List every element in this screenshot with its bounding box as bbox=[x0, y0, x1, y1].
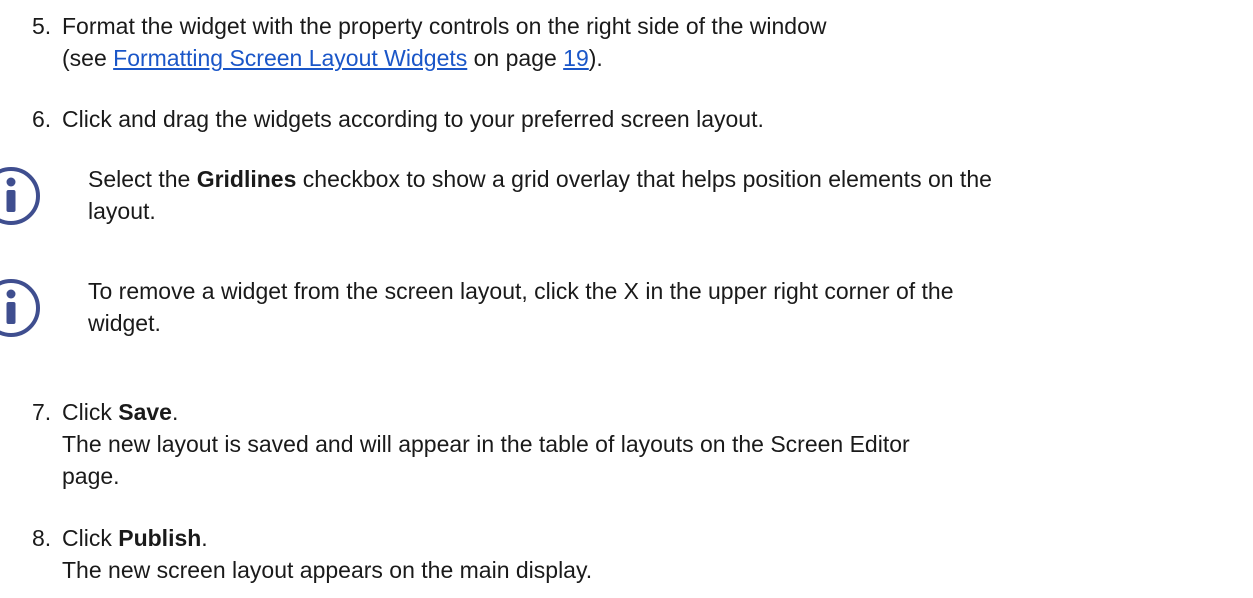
step-text: Click Save. The new layout is saved and … bbox=[62, 396, 1242, 492]
step-line: The new screen layout appears on the mai… bbox=[62, 557, 593, 583]
note-line: layout. bbox=[88, 198, 156, 224]
text-fragment: (see bbox=[62, 45, 114, 71]
step-line: page. bbox=[62, 463, 120, 489]
step-line: Click Publish. bbox=[62, 522, 1242, 554]
info-icon bbox=[0, 167, 40, 225]
text-fragment: Click bbox=[62, 399, 119, 425]
save-label: Save bbox=[118, 399, 172, 425]
step-text: Format the widget with the property cont… bbox=[62, 10, 1242, 74]
text-fragment: on page bbox=[467, 45, 564, 71]
step-line: The new layout is saved and will appear … bbox=[62, 431, 910, 457]
text-fragment: Select the bbox=[88, 166, 197, 192]
text-fragment: checkbox to show a grid overlay that hel… bbox=[296, 166, 992, 192]
step-line: Click and drag the widgets according to … bbox=[62, 106, 764, 132]
text-fragment: Click bbox=[62, 525, 119, 551]
step-line: (see Formatting Screen Layout Widgets on… bbox=[62, 42, 1242, 74]
gridlines-label: Gridlines bbox=[196, 166, 297, 192]
step-text: Click Publish. The new screen layout app… bbox=[62, 522, 1242, 586]
publish-label: Publish bbox=[118, 525, 202, 551]
note-line: Select the Gridlines checkbox to show a … bbox=[88, 163, 1248, 195]
info-icon bbox=[0, 279, 40, 337]
step-line: Click Save. bbox=[62, 396, 1242, 428]
note-text: To remove a widget from the screen layou… bbox=[88, 275, 1248, 339]
note-line: To remove a widget from the screen layou… bbox=[88, 278, 954, 304]
step-text: Click and drag the widgets according to … bbox=[62, 103, 1242, 135]
note-text: Select the Gridlines checkbox to show a … bbox=[88, 163, 1248, 227]
formatting-widgets-link[interactable]: Formatting Screen Layout Widgets bbox=[113, 45, 467, 71]
text-fragment: . bbox=[171, 399, 179, 425]
text-fragment: ). bbox=[588, 45, 603, 71]
page-19-link[interactable]: 19 bbox=[563, 45, 589, 71]
step-line: Format the widget with the property cont… bbox=[62, 13, 827, 39]
text-fragment: . bbox=[201, 525, 208, 551]
note-line: widget. bbox=[88, 310, 161, 336]
